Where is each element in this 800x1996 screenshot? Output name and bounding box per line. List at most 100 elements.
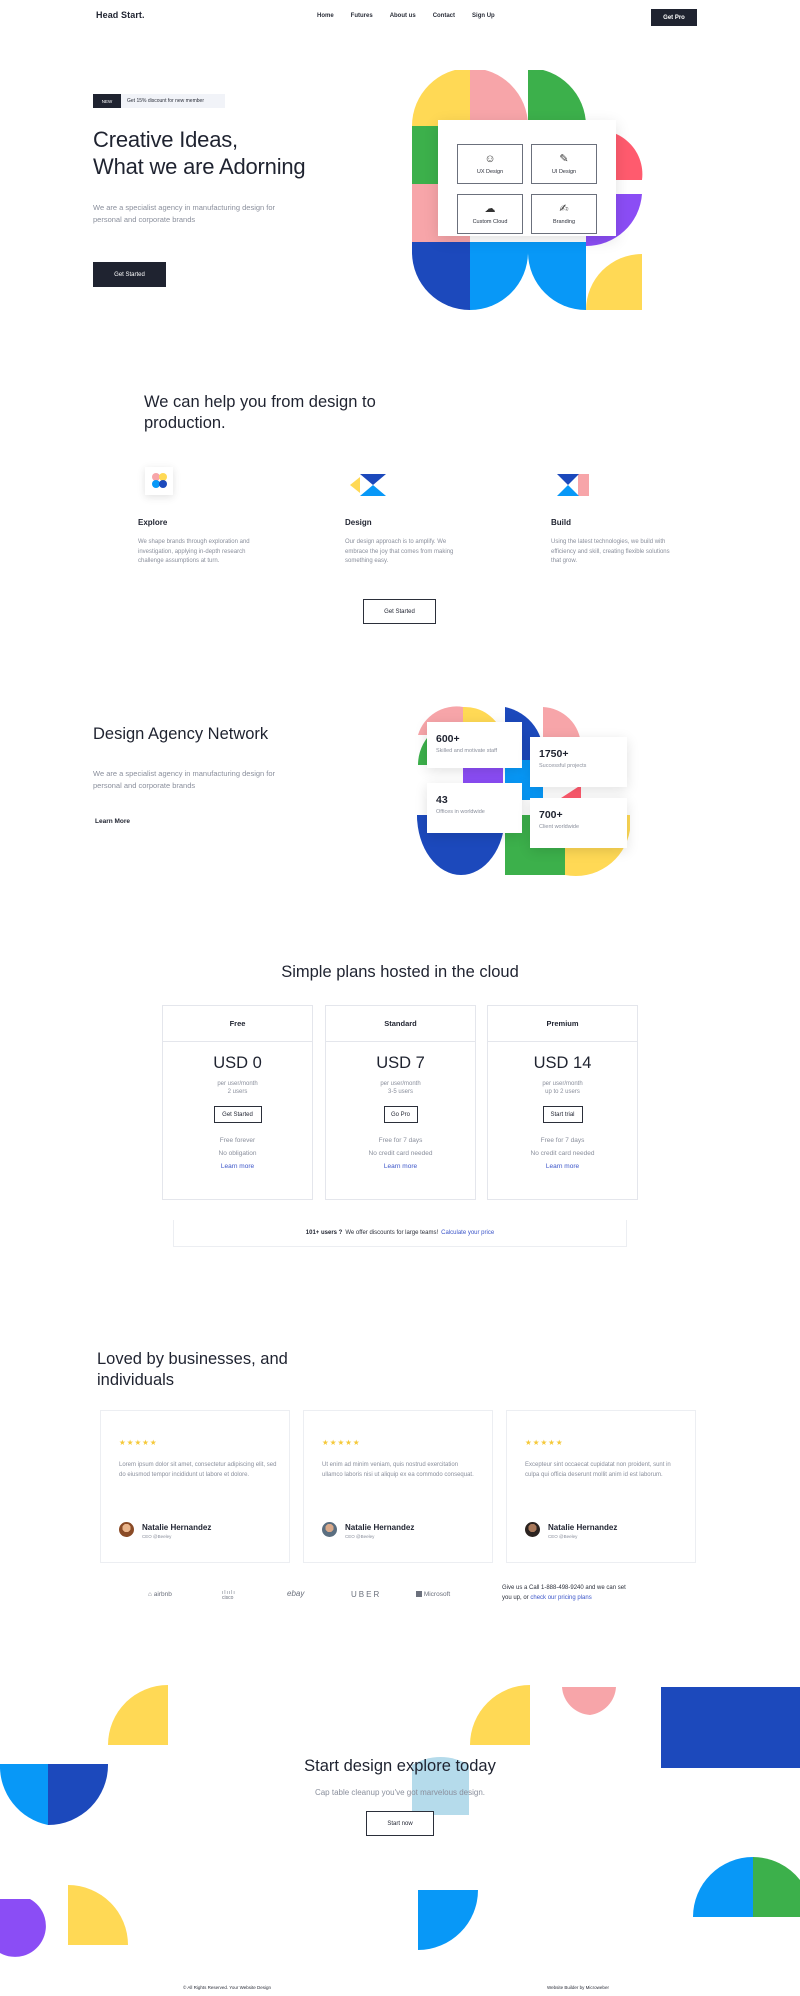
- rating-stars: ★★★★★: [322, 1438, 361, 1447]
- plan-price: USD 7: [376, 1054, 425, 1072]
- stat-number: 43: [436, 794, 448, 806]
- service-ux-design[interactable]: ☺ UX Design: [457, 144, 523, 184]
- feature-design-text: Our design approach is to amplify. We em…: [345, 539, 454, 564]
- microsoft-icon: [416, 1591, 422, 1598]
- explore-icon: [145, 467, 173, 495]
- plan-free-button[interactable]: Get Started: [213, 1106, 262, 1123]
- cta-title: Start design explore today: [304, 1757, 496, 1775]
- team-discount-bar: 101+ users ? We offer discounts for larg…: [173, 1220, 627, 1247]
- plan-free: Free USD 0 per user/month 2 users Get St…: [162, 1005, 313, 1200]
- plan-premium-button[interactable]: Start trial: [542, 1106, 583, 1123]
- testimonial-quote: Excepteur sint occaecat cupidatat non pr…: [525, 1462, 671, 1478]
- service-custom-cloud[interactable]: ☁ Custom Cloud: [457, 194, 523, 234]
- nav-signup[interactable]: Sign Up: [472, 13, 495, 19]
- testimonials-title: Loved by businesses, and individuals: [97, 1350, 288, 1389]
- calculate-price-link[interactable]: Calculate your price: [441, 1230, 494, 1236]
- ux-design-icon: ☺: [484, 153, 496, 165]
- shape-navy: [412, 242, 470, 310]
- feature-build-text: Using the latest technologies, we build …: [551, 539, 670, 564]
- build-icon: [557, 474, 589, 496]
- copyright-text: © All Rights Reserved. Your Website Desi…: [183, 1985, 272, 1990]
- start-now-button[interactable]: Start now: [366, 1811, 434, 1836]
- hero-title-line-2: What we are Adorning: [93, 154, 306, 179]
- call-us-text: Give us a Call 1-888-498-9240 and we can…: [502, 1583, 632, 1603]
- stat-number: 1750+: [539, 748, 569, 760]
- plan-learn-more-link[interactable]: Learn more: [326, 1163, 475, 1170]
- stat-caption: Skilled and motivate staff: [436, 748, 498, 754]
- cloud-icon: ☁: [484, 203, 496, 215]
- cta-subtitle: Cap table cleanup you've got marvelous d…: [314, 1788, 486, 1797]
- avatar: [525, 1522, 540, 1537]
- learn-more-link[interactable]: Learn More: [95, 818, 130, 825]
- get-pro-button[interactable]: Get Pro: [651, 9, 697, 26]
- service-label: Branding: [552, 219, 576, 225]
- ui-design-icon: ✎: [559, 153, 569, 165]
- stat-offices: 43 Offices in worldwide: [427, 783, 522, 833]
- hero-subtitle: We are a specialist agency in manufactur…: [93, 203, 276, 224]
- shape-blue-2: [528, 242, 586, 310]
- promo-text: Get 15% discount for new member: [127, 98, 204, 104]
- plan-feature: Free for 7 days: [378, 1137, 423, 1144]
- pricing-plans-link[interactable]: check our pricing plans: [530, 1595, 591, 1601]
- testimonial-role: CEO @Beeley: [345, 1534, 375, 1539]
- help-get-started-button[interactable]: Get Started: [363, 599, 436, 624]
- plan-feature: No credit card needed: [368, 1150, 433, 1157]
- feature-build-title: Build: [551, 518, 571, 527]
- brand-cisco-logo: ılıılı cisco: [222, 1591, 236, 1602]
- stat-clients: 700+ Client worldwide: [530, 798, 627, 848]
- network-subtitle: We are a specialist agency in manufactur…: [93, 769, 276, 790]
- testimonial-quote: Lorem ipsum dolor sit amet, consectetur …: [119, 1462, 277, 1478]
- shape-green-2: [528, 70, 586, 126]
- pricing-title: Simple plans hosted in the cloud: [281, 963, 519, 981]
- nav-futures[interactable]: Futures: [351, 13, 373, 19]
- stat-staff: 600+ Skilled and motivate staff: [427, 722, 522, 768]
- plan-standard-button[interactable]: Go Pro: [383, 1106, 418, 1123]
- new-badge: NEW: [93, 94, 121, 108]
- service-branding[interactable]: ✍ Branding: [531, 194, 597, 234]
- shape-pink: [470, 70, 528, 126]
- plan-premium: Premium USD 14 per user/month up to 2 us…: [487, 1005, 638, 1200]
- nav-about[interactable]: About us: [390, 13, 416, 19]
- plan-users-line: 2 users: [227, 1089, 248, 1095]
- nav-home[interactable]: Home: [317, 13, 334, 19]
- hero-get-started-button[interactable]: Get Started: [93, 262, 166, 287]
- plan-feature: No obligation: [218, 1150, 257, 1157]
- brand-microsoft-logo: Microsoft: [416, 1591, 450, 1598]
- plan-feature: No credit card needed: [530, 1150, 595, 1157]
- plan-feature: Free forever: [219, 1137, 256, 1144]
- service-label: UX Design: [476, 169, 504, 175]
- plan-per-line: per user/month: [217, 1081, 258, 1087]
- feature-explore-title: Explore: [138, 518, 168, 527]
- testimonial-card: ★★★★★ Lorem ipsum dolor sit amet, consec…: [100, 1410, 290, 1563]
- testimonial-name: Natalie Hernandez: [548, 1523, 618, 1532]
- network-title: Design Agency Network: [93, 725, 269, 743]
- service-ui-design[interactable]: ✎ UI Design: [531, 144, 597, 184]
- plan-learn-more-link[interactable]: Learn more: [163, 1163, 312, 1170]
- testimonial-name: Natalie Hernandez: [345, 1523, 415, 1532]
- service-label: UI Design: [551, 169, 577, 175]
- plan-per-user: per user/month up to 2 users: [488, 1080, 637, 1096]
- feature-design-title: Design: [345, 518, 372, 527]
- service-label: Custom Cloud: [472, 219, 508, 225]
- stat-caption: Client worldwide: [539, 824, 580, 830]
- site-logo[interactable]: Head Start.: [96, 10, 145, 20]
- plan-learn-more-link[interactable]: Learn more: [488, 1163, 637, 1170]
- feature-explore-text: We shape brands through exploration and …: [138, 539, 250, 564]
- rating-stars: ★★★★★: [119, 1438, 158, 1447]
- plan-per-line: per user/month: [542, 1081, 583, 1087]
- testimonial-quote: Ut enim ad minim veniam, quis nostrud ex…: [322, 1462, 474, 1478]
- stat-caption: Successful projects: [539, 763, 587, 769]
- brand-name: Microsoft: [423, 1591, 451, 1598]
- plan-users-line: up to 2 users: [545, 1089, 580, 1095]
- plan-per-line: per user/month: [380, 1081, 421, 1087]
- design-icon: [350, 474, 386, 496]
- discount-text: We offer discounts for large teams!: [345, 1230, 439, 1236]
- shape-blue: [470, 242, 528, 310]
- rating-stars: ★★★★★: [525, 1438, 564, 1447]
- builder-credit-link[interactable]: Website Builder by Microweber: [547, 1985, 609, 1990]
- nav-contact[interactable]: Contact: [433, 13, 455, 19]
- plan-price: USD 0: [213, 1054, 262, 1072]
- stat-projects: 1750+ Successful projects: [530, 737, 627, 787]
- testimonial-role: CEO @Beeley: [142, 1534, 172, 1539]
- hero-title: Creative Ideas, What we are Adorning: [93, 126, 393, 180]
